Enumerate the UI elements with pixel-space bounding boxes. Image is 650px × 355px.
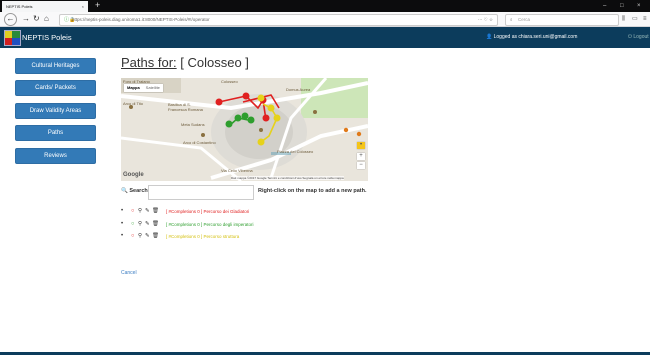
maximize-icon[interactable]: □ [620,0,624,12]
map-label: Piazza del Colosseo [277,149,314,154]
new-tab-icon[interactable]: + [95,0,100,11]
library-icon[interactable]: ⫼ [622,13,625,25]
logout-link[interactable]: ⏻ Logout [628,27,649,48]
search-label: 🔍 Search: [121,188,150,194]
user-info: 👤 Logged as chiara.seri.uni@gmail.com [486,34,578,40]
map-canvas[interactable] [121,78,368,181]
delete-circle-icon[interactable]: ○ [131,232,134,241]
sidebar-item-paths[interactable]: Paths [15,125,96,141]
map-pin-icon[interactable]: ⚲ [138,207,142,216]
map-type-toggle[interactable]: Mappa Satellite [124,84,163,92]
bullet: • [121,208,124,214]
path-link-struttura[interactable]: [ #Completions 0 ] Percorso struttura [166,232,239,241]
delete-circle-icon[interactable]: ○ [131,207,134,216]
home-icon[interactable]: ⌂ [44,13,49,25]
url-bar[interactable]: ⓘ🔒 https://neptis-poleis.diag.uniroma1.i… [59,14,498,26]
back-icon[interactable]: ← [4,13,17,26]
edit-icon[interactable]: ✎ [145,220,150,229]
map-credits[interactable]: Dati mappa ©2017 Google Termini e condiz… [231,176,344,180]
map-type-satellite[interactable]: Satellite [143,85,163,90]
trash-icon[interactable]: 🗑 [152,220,159,229]
edit-icon[interactable]: ✎ [145,232,150,241]
map[interactable]: Mappa Satellite Foro di Traiano Colosseo … [121,78,368,181]
delete-circle-icon[interactable]: ○ [131,220,134,229]
page-title-value: [ Colosseo ] [180,55,249,70]
sidebar-item-draw-validity-areas[interactable]: Draw Validity Areas [15,103,96,119]
page-title: Paths for: [ Colosseo ] [121,55,249,70]
browser-tab[interactable]: NEPTIS Poleis × [2,1,88,12]
cancel-link[interactable]: Cancel [121,270,137,276]
reload-icon[interactable]: ↻ [33,13,40,25]
map-label: Via Celio Vibenna [221,168,253,173]
search-label-text: Search: [129,188,150,194]
app-brand[interactable]: NEPTIS Poleis [22,27,72,48]
edit-icon[interactable]: ✎ [145,207,150,216]
browser-search-input[interactable]: ⌕ Cerca [505,14,619,26]
map-hint: Right-click on the map to add a new path… [258,188,367,194]
browser-toolbar: ← → ↻ ⌂ ⓘ🔒 https://neptis-poleis.diag.un… [0,12,650,27]
url-actions[interactable]: ··· ♡ ☆ [478,15,493,25]
url-text: https://neptis-poleis.diag.uniroma1.it:8… [72,17,210,22]
bullet: • [121,221,124,227]
google-logo[interactable]: Google [123,172,144,178]
forward-icon[interactable]: → [22,13,30,25]
neptis-logo-icon[interactable] [4,30,21,46]
map-pin-icon[interactable]: ⚲ [138,220,142,229]
path-link-imperatori[interactable]: [ #Completions 0 ] Percorso degli impera… [166,220,254,229]
logout-label: Logout [633,34,649,40]
tab-title: NEPTIS Poleis [6,4,33,9]
user-text: Logged as chiara.seri.uni@gmail.com [493,34,578,40]
window-close-icon[interactable]: × [637,0,641,12]
map-label: Arco di Costantino [183,140,216,145]
search-input[interactable] [148,185,254,200]
map-label: Basilica di S. Francesca Romana [168,102,203,112]
path-link-gladiatori[interactable]: [ #Completions 0 ] Percorso dei Gladiato… [166,207,249,216]
tab-close-icon[interactable]: × [82,1,84,12]
minimize-icon[interactable]: – [603,0,606,12]
pegman-icon[interactable]: • [357,142,365,149]
zoom-out-button[interactable]: − [357,162,365,169]
map-label: Meta Sudans [181,122,205,127]
bullet: • [121,233,124,239]
map-label: Foro di Traiano [123,79,150,84]
map-pin-icon[interactable]: ⚲ [138,232,142,241]
sidebar-item-cultural-heritages[interactable]: Cultural Heritages [15,58,96,74]
menu-icon[interactable]: ≡ [643,13,647,25]
sidebar-icon[interactable]: ▭ [632,13,638,25]
trash-icon[interactable]: 🗑 [152,207,159,216]
map-label: Colosseo [221,79,238,84]
sidebar-item-reviews[interactable]: Reviews [15,148,96,164]
app-header: NEPTIS Poleis 👤 Logged as chiara.seri.un… [0,27,650,48]
trash-icon[interactable]: 🗑 [152,232,159,241]
search-icon: ⌕ [510,17,513,22]
search-icon: 🔍 [121,188,128,194]
map-label: Arco di Tito [123,101,144,106]
search-placeholder: Cerca [518,17,531,22]
zoom-in-button[interactable]: + [357,153,365,160]
browser-tab-strip: NEPTIS Poleis × + – □ × [0,0,650,12]
page-title-prefix: Paths for: [121,55,177,70]
sidebar-item-cards-packets[interactable]: Cards/ Packets [15,80,96,96]
map-label: Domus Aurea [286,87,311,92]
map-type-map[interactable]: Mappa [124,85,143,90]
